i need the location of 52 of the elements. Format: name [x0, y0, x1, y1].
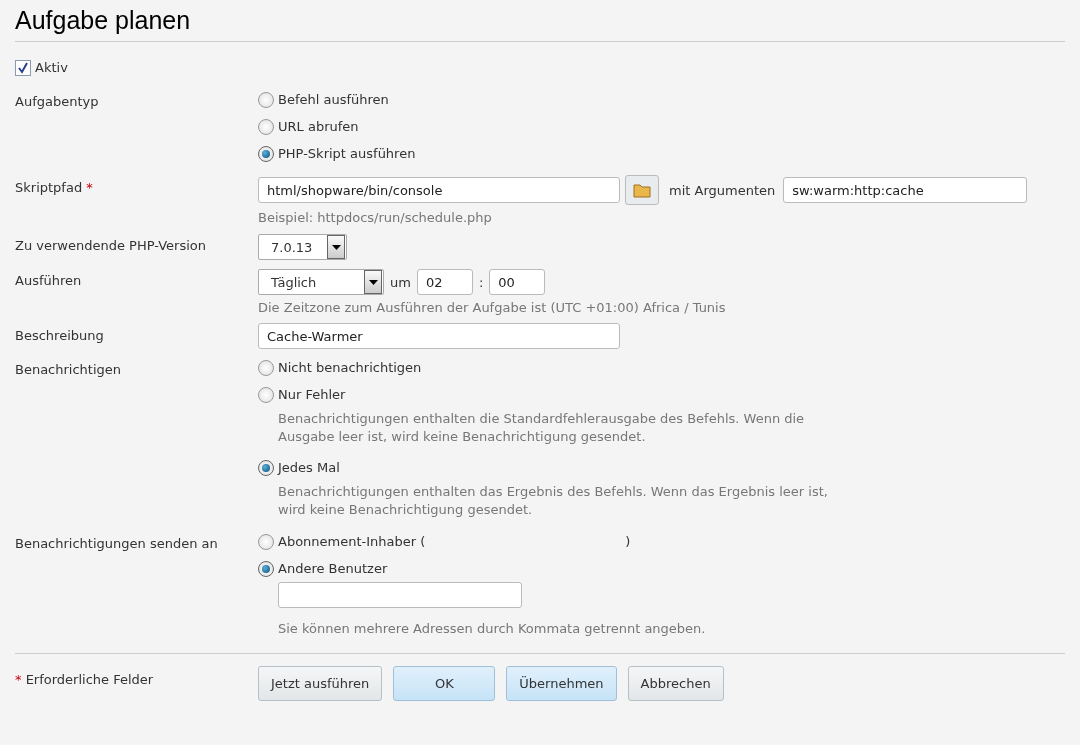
php-version-dropdown[interactable]: 7.0.13	[258, 234, 347, 260]
hint-text: Beispiel: httpdocs/run/schedule.php	[258, 210, 493, 225]
required-fields-note: * Erforderliche Felder	[15, 672, 154, 687]
hint-text: Die Zeitzone zum Ausführen der Aufgabe ist (UTC +01:00) Africa / Tunis	[258, 300, 727, 315]
field-label: Benachrichtigungen senden an	[15, 536, 218, 551]
field-label: Zu verwendende PHP-Version	[15, 238, 206, 253]
radio-label: Andere Benutzer	[278, 561, 388, 576]
folder-button[interactable]	[625, 175, 659, 205]
field-label: Skriptpfad *	[15, 180, 93, 195]
minute-field[interactable]: 00	[489, 269, 546, 295]
arguments-field[interactable]: sw:warm:http:cache	[783, 177, 1028, 203]
description-field[interactable]: Cache-Warmer	[258, 323, 620, 349]
action-button[interactable]: Übernehmen	[506, 666, 617, 701]
radio-button[interactable]	[258, 533, 274, 550]
script-path-field[interactable]: html/shopware/bin/console	[258, 177, 620, 203]
radio-label: Nur Fehler	[278, 387, 346, 402]
field-label: Aufgabentyp	[15, 94, 99, 109]
option-description: Benachrichtigungen enthalten die Standardfehlerausgabe des Befehls. Wenn die Ausgabe leer ist, wird keine Benachrichtigung gesendet.	[278, 410, 806, 446]
action-button[interactable]: Abbrechen	[627, 666, 724, 701]
radio-label: Jedes Mal	[278, 460, 340, 475]
field-label: Benachrichtigen	[15, 362, 122, 377]
field-label: Ausführen	[15, 273, 82, 288]
time-separator: :	[478, 274, 484, 290]
option-description: Benachrichtigungen enthalten das Ergebnis des Befehls. Wenn das Ergebnis leer ist, wird keine Benachrichtigung gesendet.	[278, 483, 829, 519]
radio-button[interactable]	[258, 386, 274, 403]
caret-icon	[368, 279, 378, 285]
radio-button[interactable]	[258, 118, 274, 135]
action-button[interactable]: Jetzt ausführen	[258, 666, 383, 701]
radio-button[interactable]	[258, 560, 274, 577]
hint-text: Sie können mehrere Adressen durch Kommata getrennt angeben.	[278, 621, 707, 636]
folder-icon	[633, 182, 651, 198]
checkbox[interactable]	[15, 59, 31, 76]
radio-label: PHP-Skript ausführen	[278, 146, 416, 161]
radio-label: Nicht benachrichtigen	[278, 360, 422, 375]
field-label: Beschreibung	[15, 328, 104, 343]
field-label: mit Argumenten	[669, 182, 776, 198]
action-button[interactable]: OK	[393, 666, 496, 701]
radio-button[interactable]	[258, 145, 274, 162]
radio-label: Befehl ausführen	[278, 92, 389, 107]
page-title: Aufgabe planen	[15, 0, 1065, 42]
radio-button[interactable]	[258, 459, 274, 476]
radio-button[interactable]	[258, 91, 274, 108]
hour-field[interactable]: 02	[416, 269, 473, 295]
radio-label: Abonnement-Inhaber (	[278, 534, 426, 549]
email-field[interactable]	[278, 582, 522, 608]
closing-parenthesis: )	[625, 534, 631, 549]
checkbox-label: Aktiv	[35, 60, 68, 75]
caret-icon	[331, 244, 341, 250]
frequency-dropdown[interactable]: Täglich	[258, 269, 384, 295]
field-label: um	[390, 274, 411, 290]
radio-button[interactable]	[258, 359, 274, 376]
radio-label: URL abrufen	[278, 119, 359, 134]
